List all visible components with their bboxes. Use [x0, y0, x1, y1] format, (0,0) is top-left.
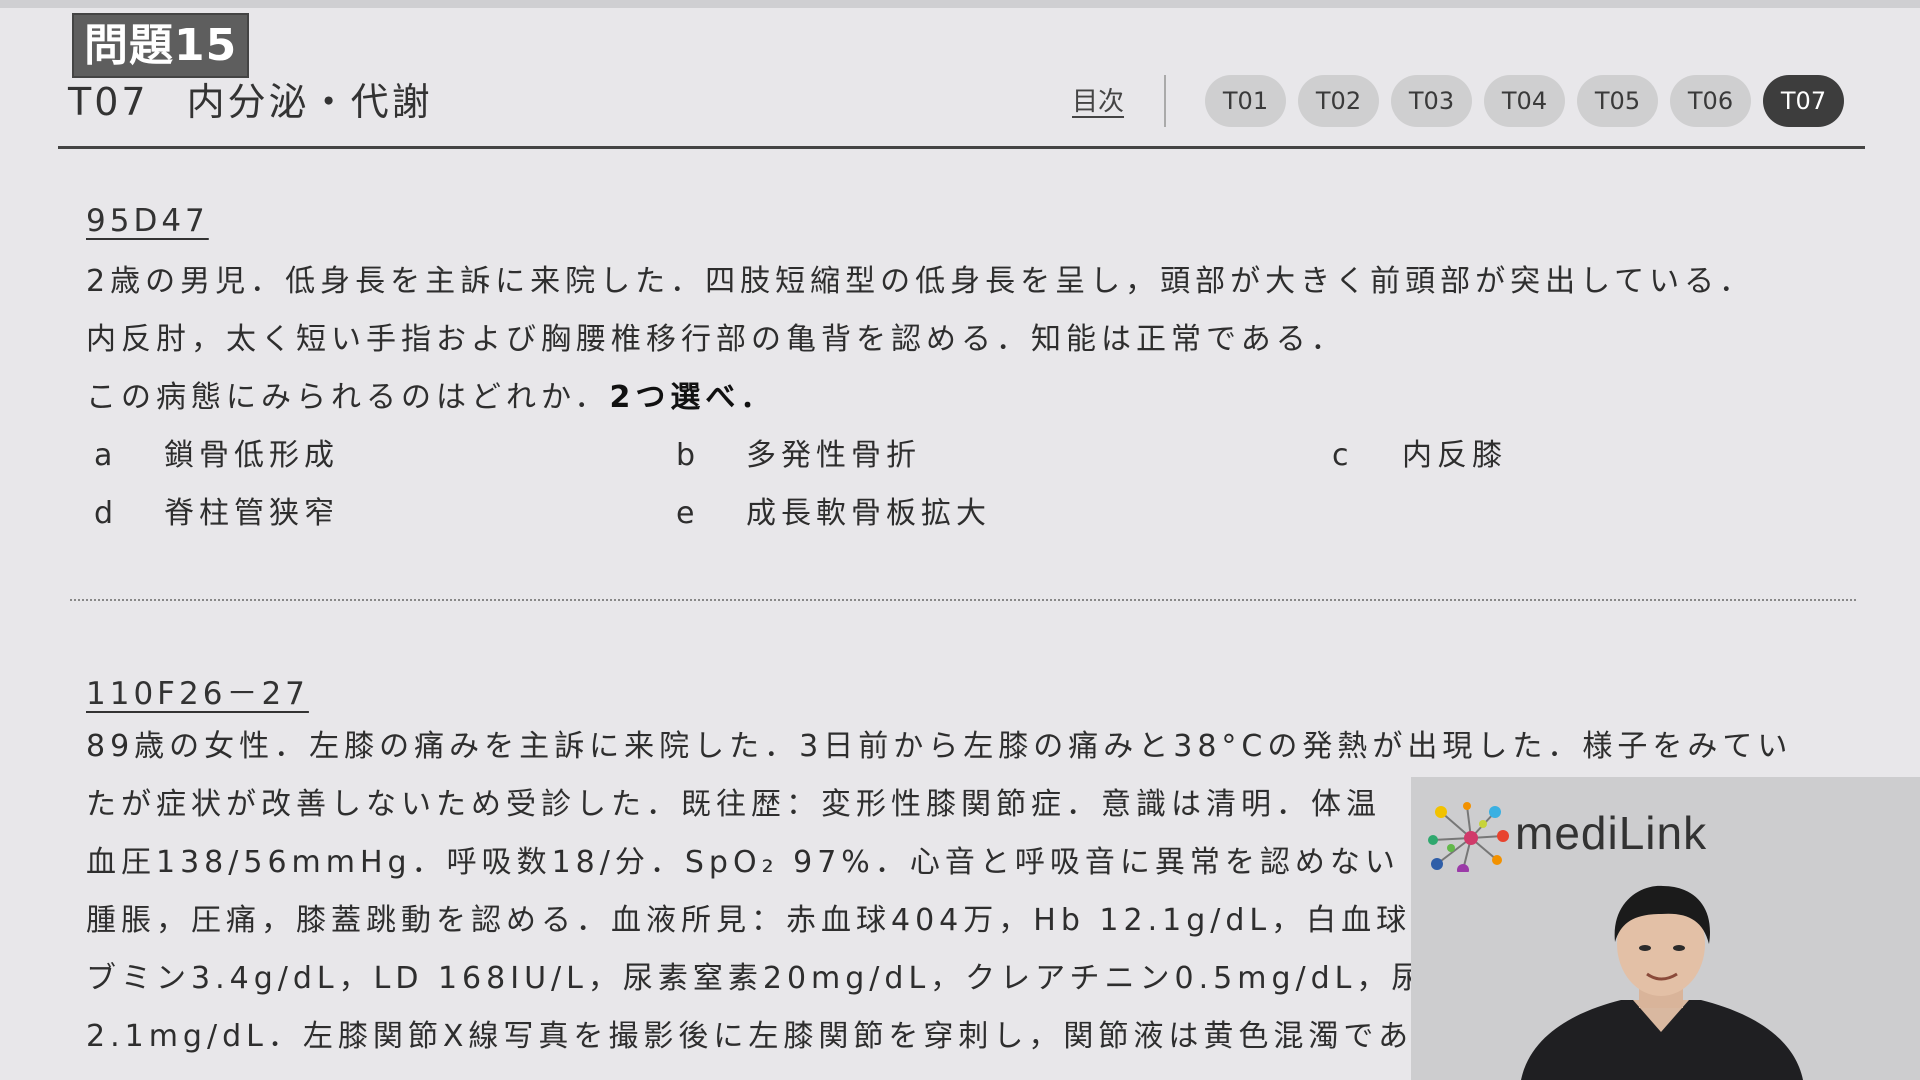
choice-text: 鎖骨低形成 [164, 438, 339, 473]
choice-text: 多発性骨折 [746, 438, 921, 473]
choice-letter: b [676, 438, 701, 473]
choice-letter: a [94, 438, 118, 473]
choice-c[interactable]: c 内反膝 [1324, 436, 1507, 476]
problem-number-badge: 問題15 [72, 13, 250, 78]
tab-t01[interactable]: T01 [1205, 75, 1286, 127]
top-strip [0, 0, 1920, 8]
question-text-line: 腫脹，圧痛，膝蓋跳動を認める．血液所見：赤血球404万，Hb 12.1g/dL，… [86, 903, 1436, 938]
choice-text: 脊柱管狭窄 [164, 496, 339, 531]
section-title: T07 内分泌・代謝 [68, 76, 433, 128]
prompt-emphasis: 2つ選べ． [609, 380, 776, 415]
prompt-text: この病態にみられるのはどれか． [86, 380, 610, 415]
tab-t04[interactable]: T04 [1484, 75, 1565, 127]
header-divider [1164, 75, 1166, 127]
question-prompt: この病態にみられるのはどれか．2つ選べ． [86, 378, 775, 418]
section-name: 内分泌・代謝 [186, 80, 433, 124]
choice-letter: e [676, 496, 700, 531]
presenter-video: mediLink [1411, 777, 1920, 1080]
question-id: 110F26－27 [86, 676, 309, 712]
toc-link[interactable]: 目次 [1072, 82, 1124, 122]
tab-t02[interactable]: T02 [1298, 75, 1379, 127]
tab-t07[interactable]: T07 [1763, 75, 1844, 127]
question-text-line: 血圧138/56mmHg．呼吸数18/分．SpO₂ 97%．心音と呼吸音に異常を… [86, 845, 1400, 880]
presenter-image [1521, 885, 1803, 1080]
question-text-line: 2.1mg/dL．左膝関節X線写真を撮影後に左膝関節を穿刺し，関節液は黄色混濁で… [86, 1019, 1414, 1054]
question-text-line: ブミン3.4g/dL，LD 168IU/L，尿素窒素20mg/dL，クレアチニン… [86, 961, 1462, 996]
header-rule [58, 146, 1865, 149]
choice-a[interactable]: a 鎖骨低形成 [86, 436, 339, 476]
tab-t05[interactable]: T05 [1577, 75, 1658, 127]
choice-text: 内反膝 [1402, 438, 1507, 473]
choice-text: 成長軟骨板拡大 [746, 496, 991, 531]
question-text-line: 内反肘，太く短い手指および胸腰椎移行部の亀背を認める．知能は正常である． [86, 322, 1346, 357]
tab-t03[interactable]: T03 [1391, 75, 1472, 127]
question-text-line: 2歳の男児．低身長を主訴に来院した．四肢短縮型の低身長を呈し，頭部が大きく前頭部… [86, 264, 1755, 299]
question-id: 95D47 [86, 203, 209, 239]
question-separator [70, 599, 1856, 601]
choice-letter: c [1332, 438, 1354, 473]
choice-b[interactable]: b 多発性骨折 [668, 436, 921, 476]
topic-tabs: T01 T02 T03 T04 T05 T06 T07 [1205, 75, 1844, 127]
choice-letter: d [94, 496, 119, 531]
section-code: T07 [68, 80, 149, 124]
tab-t06[interactable]: T06 [1670, 75, 1751, 127]
logo-text: mediLink [1515, 807, 1708, 859]
question-text-line: 89歳の女性．左膝の痛みを主訴に来院した．3日前から左膝の痛みと38°Cの発熱が… [86, 729, 1793, 764]
choice-e[interactable]: e 成長軟骨板拡大 [668, 494, 991, 534]
question-text-line: たが症状が改善しないため受診した．既往歴：変形性膝関節症．意識は清明．体温 [86, 787, 1381, 822]
choice-d[interactable]: d 脊柱管狭窄 [86, 494, 339, 534]
slide-page: 問題15 T07 内分泌・代謝 目次 T01 T02 T03 T04 T05 T0… [0, 0, 1920, 1080]
